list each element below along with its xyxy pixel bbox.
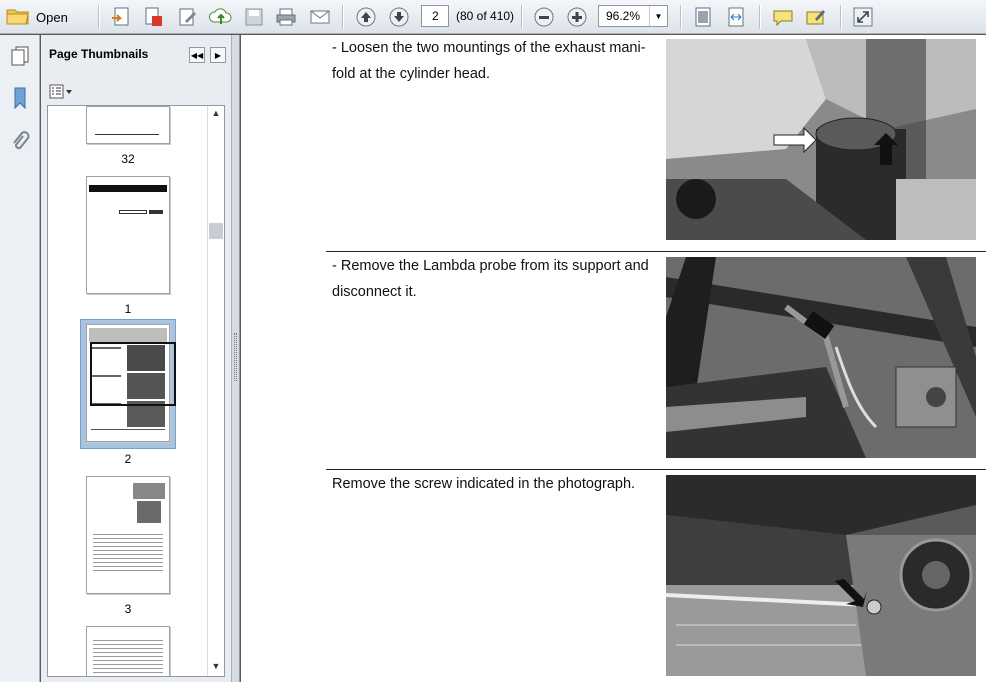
toolbar-separator xyxy=(840,5,841,29)
options-menu-button[interactable] xyxy=(49,83,75,101)
document-page: - Loosen the two mountings of the exhaus… xyxy=(241,35,986,682)
zoom-out-icon[interactable] xyxy=(531,4,557,30)
thumbnails-panel-header: Page Thumbnails ◀◀ ▶ xyxy=(41,35,231,75)
step-photo-lambda-probe xyxy=(666,257,976,458)
toolbar-separator xyxy=(521,5,522,29)
page-thumbnail[interactable] xyxy=(86,106,170,144)
thumbnail-label: 1 xyxy=(124,302,132,316)
thumbnail-label: 2 xyxy=(124,452,132,466)
highlight-icon[interactable] xyxy=(803,4,829,30)
create-pdf-icon[interactable] xyxy=(108,4,134,30)
zoom-in-icon[interactable] xyxy=(564,4,590,30)
zoom-select[interactable]: 96.2% ▼ xyxy=(598,5,668,27)
step-text: - Remove the Lambda probe from its suppo… xyxy=(332,258,649,300)
step-divider xyxy=(326,251,986,252)
folder-icon xyxy=(6,6,30,29)
scrollbar-thumb[interactable] xyxy=(209,223,223,239)
splitter-grip[interactable] xyxy=(234,333,237,381)
page-thumbnail[interactable] xyxy=(86,176,170,294)
print-icon[interactable] xyxy=(273,4,299,30)
comment-icon[interactable] xyxy=(770,4,796,30)
attachments-icon[interactable] xyxy=(8,129,32,155)
zoom-value: 96.2% xyxy=(606,9,641,23)
main-toolbar: Open 2 (80 of 410) 96.2% ▼ xyxy=(0,0,986,34)
panel-splitter[interactable] xyxy=(232,35,240,682)
next-page-icon[interactable] xyxy=(386,4,412,30)
document-view[interactable]: - Loosen the two mountings of the exhaus… xyxy=(241,35,986,682)
fit-width-icon[interactable] xyxy=(723,4,749,30)
thumbnail-label: 3 xyxy=(124,602,132,616)
collapse-panel-icon[interactable]: ◀◀ xyxy=(189,47,205,63)
page-thumbnail[interactable] xyxy=(86,626,170,676)
bookmarks-icon[interactable] xyxy=(8,85,32,111)
toolbar-separator xyxy=(759,5,760,29)
scroll-down-icon[interactable]: ▼ xyxy=(208,661,224,675)
step-text: - Loosen the two mountings of the exhaus… xyxy=(332,40,646,82)
thumbnail-label: 32 xyxy=(121,152,135,166)
step-photo-screw xyxy=(666,475,976,676)
open-button-label: Open xyxy=(36,9,68,25)
fit-page-icon[interactable] xyxy=(690,4,716,30)
expand-icon[interactable] xyxy=(850,4,876,30)
previous-page-icon[interactable] xyxy=(353,4,379,30)
viewport-indicator[interactable] xyxy=(90,342,176,406)
thumbnail-list[interactable]: 32 1 2 3 ▲ ▼ xyxy=(47,105,225,677)
step-text: Remove the screw indicated in the photog… xyxy=(332,476,636,492)
email-icon[interactable] xyxy=(307,4,333,30)
scroll-up-icon[interactable]: ▲ xyxy=(208,108,224,122)
chevron-down-icon[interactable]: ▼ xyxy=(649,6,667,26)
toolbar-separator xyxy=(98,5,99,29)
pdf-viewer-window: Open 2 (80 of 410) 96.2% ▼ Page Thumbnai… xyxy=(0,0,986,682)
panel-title: Page Thumbnails xyxy=(49,47,149,61)
page-thumbnails-icon[interactable] xyxy=(8,43,32,69)
open-button[interactable]: Open xyxy=(6,4,68,30)
toolbar-separator xyxy=(342,5,343,29)
upload-icon[interactable] xyxy=(208,4,234,30)
edit-document-icon[interactable] xyxy=(175,4,201,30)
combine-files-icon[interactable] xyxy=(141,4,167,30)
step-divider xyxy=(326,469,986,470)
page-count-label: (80 of 410) xyxy=(456,9,515,23)
thumbnail-scrollbar[interactable]: ▲ ▼ xyxy=(207,106,224,676)
navigation-pane-strip xyxy=(0,35,40,682)
thumbnails-panel: Page Thumbnails ◀◀ ▶ 32 1 2 3 ▲ ▼ xyxy=(41,35,232,682)
chevron-right-icon[interactable]: ▶ xyxy=(210,47,226,63)
toolbar-separator xyxy=(680,5,681,29)
step-photo-exhaust-manifold xyxy=(666,39,976,240)
page-thumbnail[interactable] xyxy=(86,476,170,594)
save-icon[interactable] xyxy=(241,4,267,30)
page-number-input[interactable]: 2 xyxy=(421,5,449,27)
